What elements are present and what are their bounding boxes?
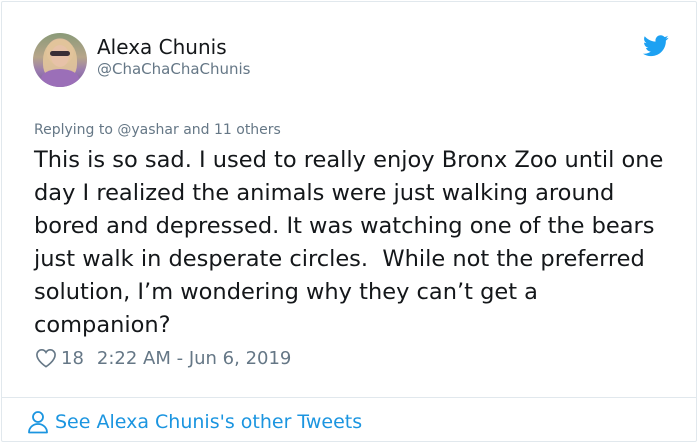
avatar[interactable] [33, 33, 87, 87]
like-count[interactable]: 18 [61, 348, 84, 369]
user-name[interactable]: Alexa Chunis [97, 35, 227, 59]
divider [2, 397, 696, 398]
heart-icon[interactable] [35, 348, 57, 368]
see-other-tweets-label[interactable]: See Alexa Chunis's other Tweets [55, 411, 362, 433]
replying-to[interactable]: Replying to @yashar and 11 others [34, 122, 281, 138]
avatar-shirt [41, 69, 79, 87]
user-handle[interactable]: @ChaChaChaChunis [97, 60, 251, 78]
tweet-card: Alexa Chunis @ChaChaChaChunis Replying t… [1, 1, 697, 442]
see-other-tweets-link[interactable]: See Alexa Chunis's other Tweets [27, 408, 362, 436]
person-icon [28, 411, 48, 434]
avatar-face [51, 45, 69, 67]
avatar-sunglasses [50, 51, 70, 56]
tweet-meta: 18 2:22 AM - Jun 6, 2019 [35, 346, 291, 370]
timestamp[interactable]: 2:22 AM - Jun 6, 2019 [97, 348, 291, 369]
tweet-text: This is so sad. I used to really enjoy B… [34, 147, 671, 338]
twitter-bird-icon[interactable] [643, 35, 669, 57]
